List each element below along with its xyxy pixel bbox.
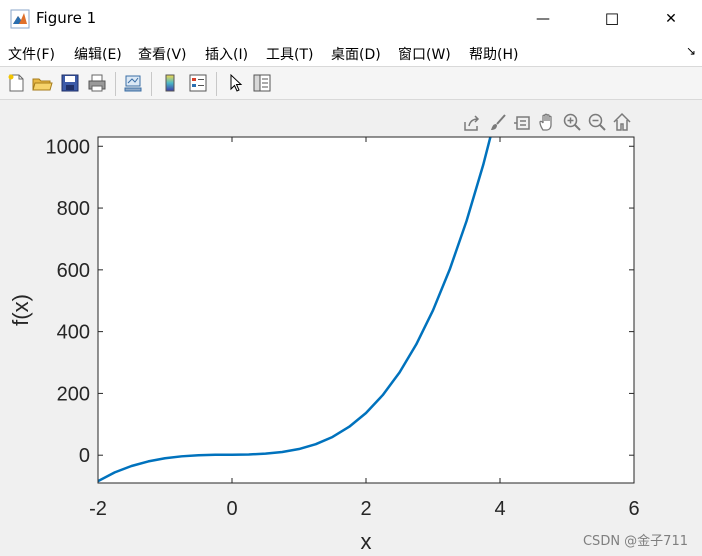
x-tick-label: 2 — [360, 498, 371, 520]
y-tick-label: 400 — [57, 322, 90, 344]
x-tick-label: 4 — [494, 498, 505, 520]
x-tick-label: 0 — [226, 498, 237, 520]
x-tick-label: -2 — [89, 498, 107, 520]
plot-axes: -2 0 2 4 6 0 200 400 600 800 1000 x f(x) — [8, 136, 640, 554]
y-tick-label: 800 — [57, 198, 90, 220]
y-axis-label: f(x) — [8, 294, 33, 326]
y-tick-label: 0 — [79, 445, 90, 467]
y-tick-label: 1000 — [46, 136, 91, 158]
watermark-text: CSDN @金子711 — [582, 534, 688, 549]
y-tick-label: 200 — [57, 383, 90, 405]
y-tick-label: 600 — [57, 260, 90, 282]
axes-background[interactable] — [98, 137, 634, 483]
x-tick-label: 6 — [628, 498, 639, 520]
x-axis-label: x — [361, 529, 372, 554]
figure-window: Figure 1 — ☐ ✕ 文件(F) 编辑(E) 查看(V) 插入(I) 工… — [0, 0, 702, 556]
